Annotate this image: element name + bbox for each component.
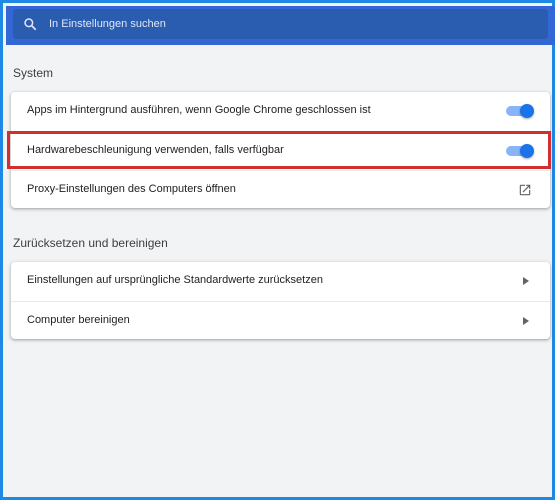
setting-row-background-apps[interactable]: Apps im Hintergrund ausführen, wenn Goog… xyxy=(11,92,550,130)
setting-row-proxy[interactable]: Proxy-Einstellungen des Computers öffnen xyxy=(11,170,550,209)
search-box[interactable] xyxy=(13,9,548,39)
toggle-knob xyxy=(520,104,534,118)
arrow-right-icon[interactable] xyxy=(523,317,529,325)
hardware-acceleration-toggle[interactable] xyxy=(506,144,534,158)
setting-label: Einstellungen auf ursprüngliche Standard… xyxy=(27,274,323,286)
setting-label: Hardwarebeschleunigung verwenden, falls … xyxy=(27,144,284,156)
setting-row-cleanup-computer[interactable]: Computer bereinigen xyxy=(11,301,550,340)
arrow-right-icon[interactable] xyxy=(523,277,529,285)
setting-row-hardware-acceleration[interactable]: Hardwarebeschleunigung verwenden, falls … xyxy=(11,131,550,170)
setting-label: Computer bereinigen xyxy=(27,314,130,326)
open-in-new-icon[interactable] xyxy=(518,183,532,197)
search-icon[interactable] xyxy=(23,17,37,31)
reset-settings-card: Einstellungen auf ursprüngliche Standard… xyxy=(11,262,550,339)
background-apps-toggle[interactable] xyxy=(506,104,534,118)
setting-row-restore-defaults[interactable]: Einstellungen auf ursprüngliche Standard… xyxy=(11,262,550,300)
section-title-system: System xyxy=(13,66,54,80)
settings-toolbar xyxy=(6,6,555,45)
toggle-knob xyxy=(520,144,534,158)
setting-label: Apps im Hintergrund ausführen, wenn Goog… xyxy=(27,104,371,116)
search-input[interactable] xyxy=(49,14,529,34)
settings-window: System Apps im Hintergrund ausführen, we… xyxy=(0,0,555,500)
section-title-reset: Zurücksetzen und bereinigen xyxy=(13,236,168,250)
system-settings-card: Apps im Hintergrund ausführen, wenn Goog… xyxy=(11,92,550,208)
setting-label: Proxy-Einstellungen des Computers öffnen xyxy=(27,183,236,195)
